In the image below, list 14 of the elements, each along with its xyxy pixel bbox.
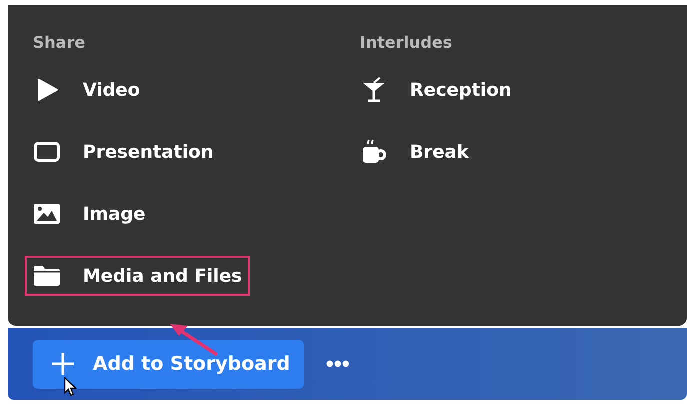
menu-item[interactable]: Image — [25, 194, 154, 234]
menu-item[interactable]: Video — [25, 70, 148, 110]
plus-icon — [51, 352, 75, 376]
menu-item[interactable]: Break — [352, 132, 477, 172]
cursor-icon — [64, 377, 77, 397]
coffee-cup-icon — [360, 138, 388, 166]
section-heading: Share — [33, 32, 86, 54]
menu-item[interactable]: Presentation — [25, 132, 222, 172]
section-heading: Interludes — [360, 32, 452, 54]
menu-item[interactable]: Media and Files — [25, 256, 250, 296]
menu-item[interactable]: Reception — [352, 70, 520, 110]
add-to-storyboard-button[interactable]: Add to Storyboard — [33, 340, 304, 388]
annotation-arrow — [168, 321, 220, 357]
more-icon — [326, 360, 350, 368]
